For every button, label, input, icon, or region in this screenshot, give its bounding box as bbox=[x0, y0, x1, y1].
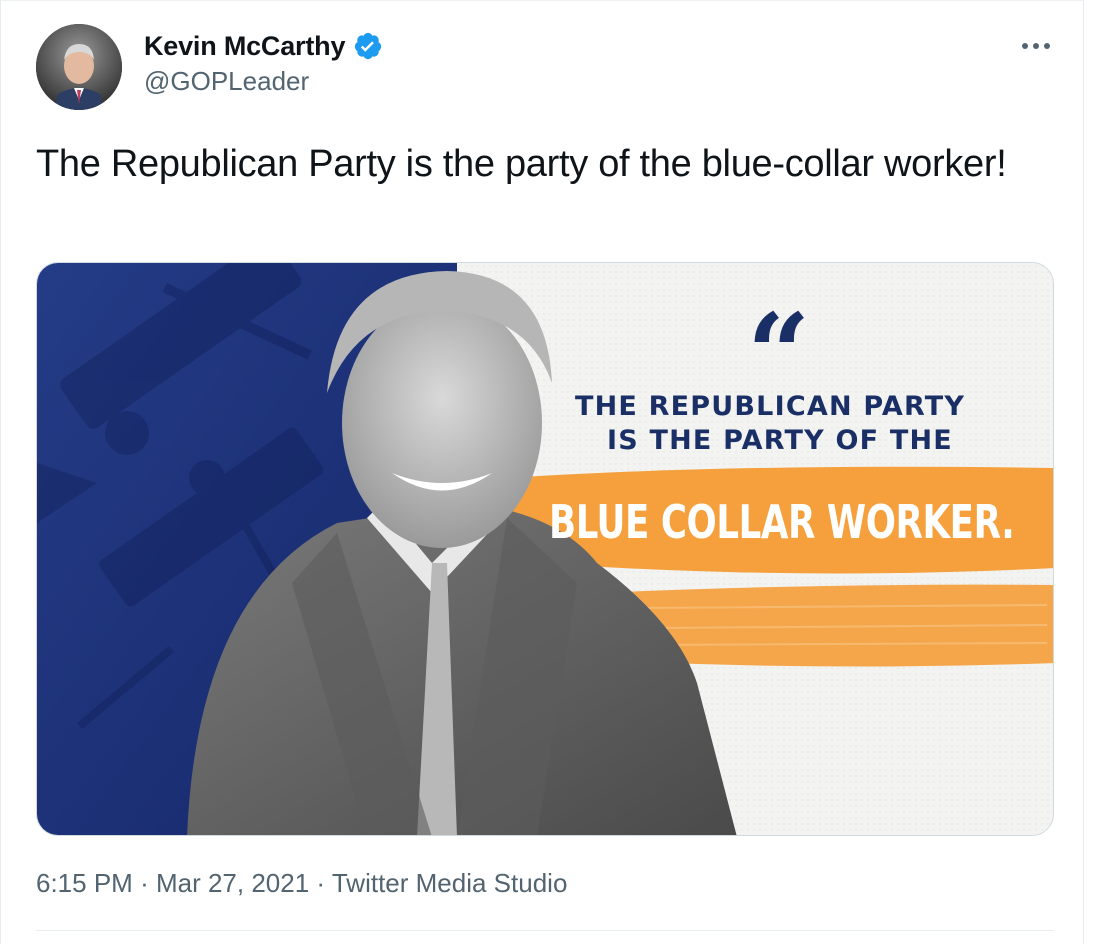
tweet-time[interactable]: 6:15 PM bbox=[36, 868, 133, 898]
tweet-meta: 6:15 PM · Mar 27, 2021 · Twitter Media S… bbox=[36, 868, 567, 899]
more-options-icon bbox=[1022, 43, 1050, 49]
meta-separator-2: · bbox=[316, 868, 326, 898]
media-highlight: BLUE COLLAR WORKER. bbox=[549, 495, 1015, 549]
meta-separator-1: · bbox=[140, 868, 149, 898]
bottom-divider bbox=[36, 930, 1054, 931]
author-handle[interactable]: @GOPLeader bbox=[144, 66, 309, 97]
tweet-source[interactable]: Twitter Media Studio bbox=[332, 868, 568, 898]
media-line-1: THE REPUBLICAN PARTY bbox=[575, 391, 966, 422]
frame-right-border bbox=[1083, 0, 1084, 944]
media-line-2: IS THE PARTY OF THE bbox=[607, 425, 953, 456]
frame-top-border bbox=[0, 0, 1084, 1]
media-artwork bbox=[37, 263, 1053, 835]
tweet-text: The Republican Party is the party of the… bbox=[36, 143, 1007, 185]
tweet-date[interactable]: Mar 27, 2021 bbox=[156, 868, 309, 898]
tweet-media-image[interactable]: “ THE REPUBLICAN PARTY IS THE PARTY OF T… bbox=[36, 262, 1054, 836]
author-name-row: Kevin McCarthy bbox=[144, 28, 383, 64]
author-name[interactable]: Kevin McCarthy bbox=[144, 31, 345, 62]
verified-badge-icon bbox=[355, 32, 382, 60]
frame-left-border bbox=[0, 0, 1, 944]
more-options-button[interactable] bbox=[1016, 34, 1056, 58]
author-avatar[interactable] bbox=[36, 24, 122, 110]
